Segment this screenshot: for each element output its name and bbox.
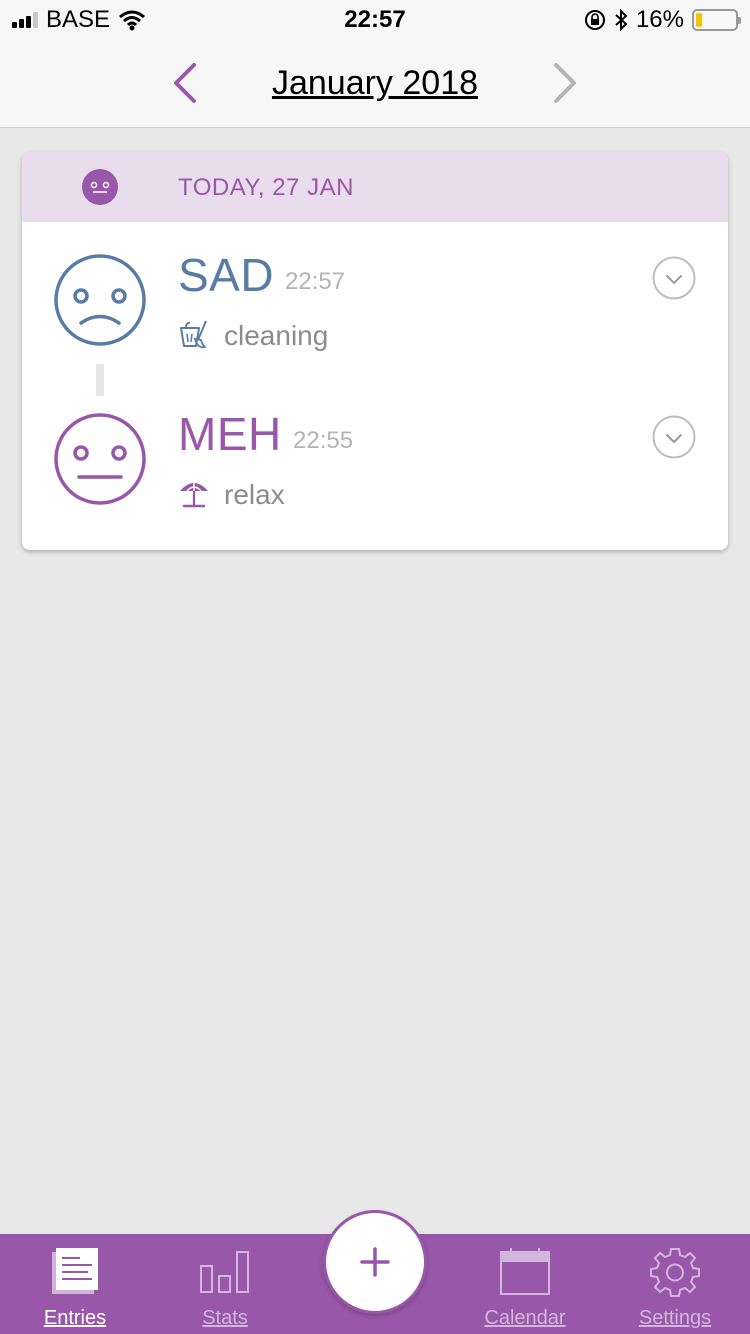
plus-icon (360, 1247, 390, 1277)
sad-face-icon (54, 254, 146, 346)
calendar-icon (500, 1248, 550, 1295)
tab-label: Calendar (484, 1307, 566, 1329)
cleaning-icon (180, 320, 207, 349)
status-bar: BASE 22:57 16% (0, 0, 750, 40)
day-card: TODAY, 27 JAN SAD 22:57 cleaning MEH 22:… (22, 152, 728, 550)
carrier-label: BASE (46, 6, 111, 33)
battery-fill (696, 13, 703, 27)
orientation-lock-icon (584, 10, 605, 30)
battery-percent: 16% (635, 6, 684, 33)
signal-icon (12, 12, 38, 28)
battery-icon (692, 9, 741, 31)
entry-item[interactable]: SAD 22:57 cleaning (22, 222, 728, 372)
add-entry-button[interactable] (323, 1210, 427, 1314)
mood-label: MEH (178, 408, 282, 460)
meh-face-icon (82, 169, 118, 205)
stats-icon (200, 1251, 249, 1293)
meh-face-icon (54, 413, 146, 505)
tab-label: Stats (202, 1307, 248, 1329)
expand-chevron-icon[interactable] (652, 256, 696, 300)
chevron-right-icon (554, 63, 576, 103)
day-header: TODAY, 27 JAN (22, 152, 728, 222)
tab-label: Entries (43, 1307, 107, 1329)
tab-settings[interactable]: Settings (600, 1234, 750, 1334)
tab-entries[interactable]: Entries (0, 1234, 150, 1334)
entries-icon (52, 1248, 98, 1294)
mood-label: SAD (178, 249, 275, 301)
entry-item[interactable]: MEH 22:55 relax (22, 381, 728, 531)
activity-label: cleaning (224, 320, 329, 351)
next-month-button[interactable] (540, 58, 590, 108)
beach-umbrella-icon (180, 482, 208, 508)
wifi-icon (119, 10, 145, 31)
status-right: 16% (584, 6, 741, 34)
month-title[interactable]: January 2018 (0, 64, 750, 103)
month-header: January 2018 (0, 40, 750, 128)
expand-chevron-icon[interactable] (652, 415, 696, 459)
status-left: BASE (12, 6, 146, 34)
tab-stats[interactable]: Stats (150, 1234, 300, 1334)
activity-label: relax (224, 479, 285, 510)
bluetooth-icon (615, 8, 628, 32)
tab-label: Settings (638, 1307, 712, 1329)
gear-icon (650, 1248, 700, 1297)
tab-calendar[interactable]: Calendar (450, 1234, 600, 1334)
entry-time: 22:55 (293, 427, 354, 454)
date-label: TODAY, 27 JAN (178, 174, 354, 201)
entry-time: 22:57 (285, 268, 346, 295)
